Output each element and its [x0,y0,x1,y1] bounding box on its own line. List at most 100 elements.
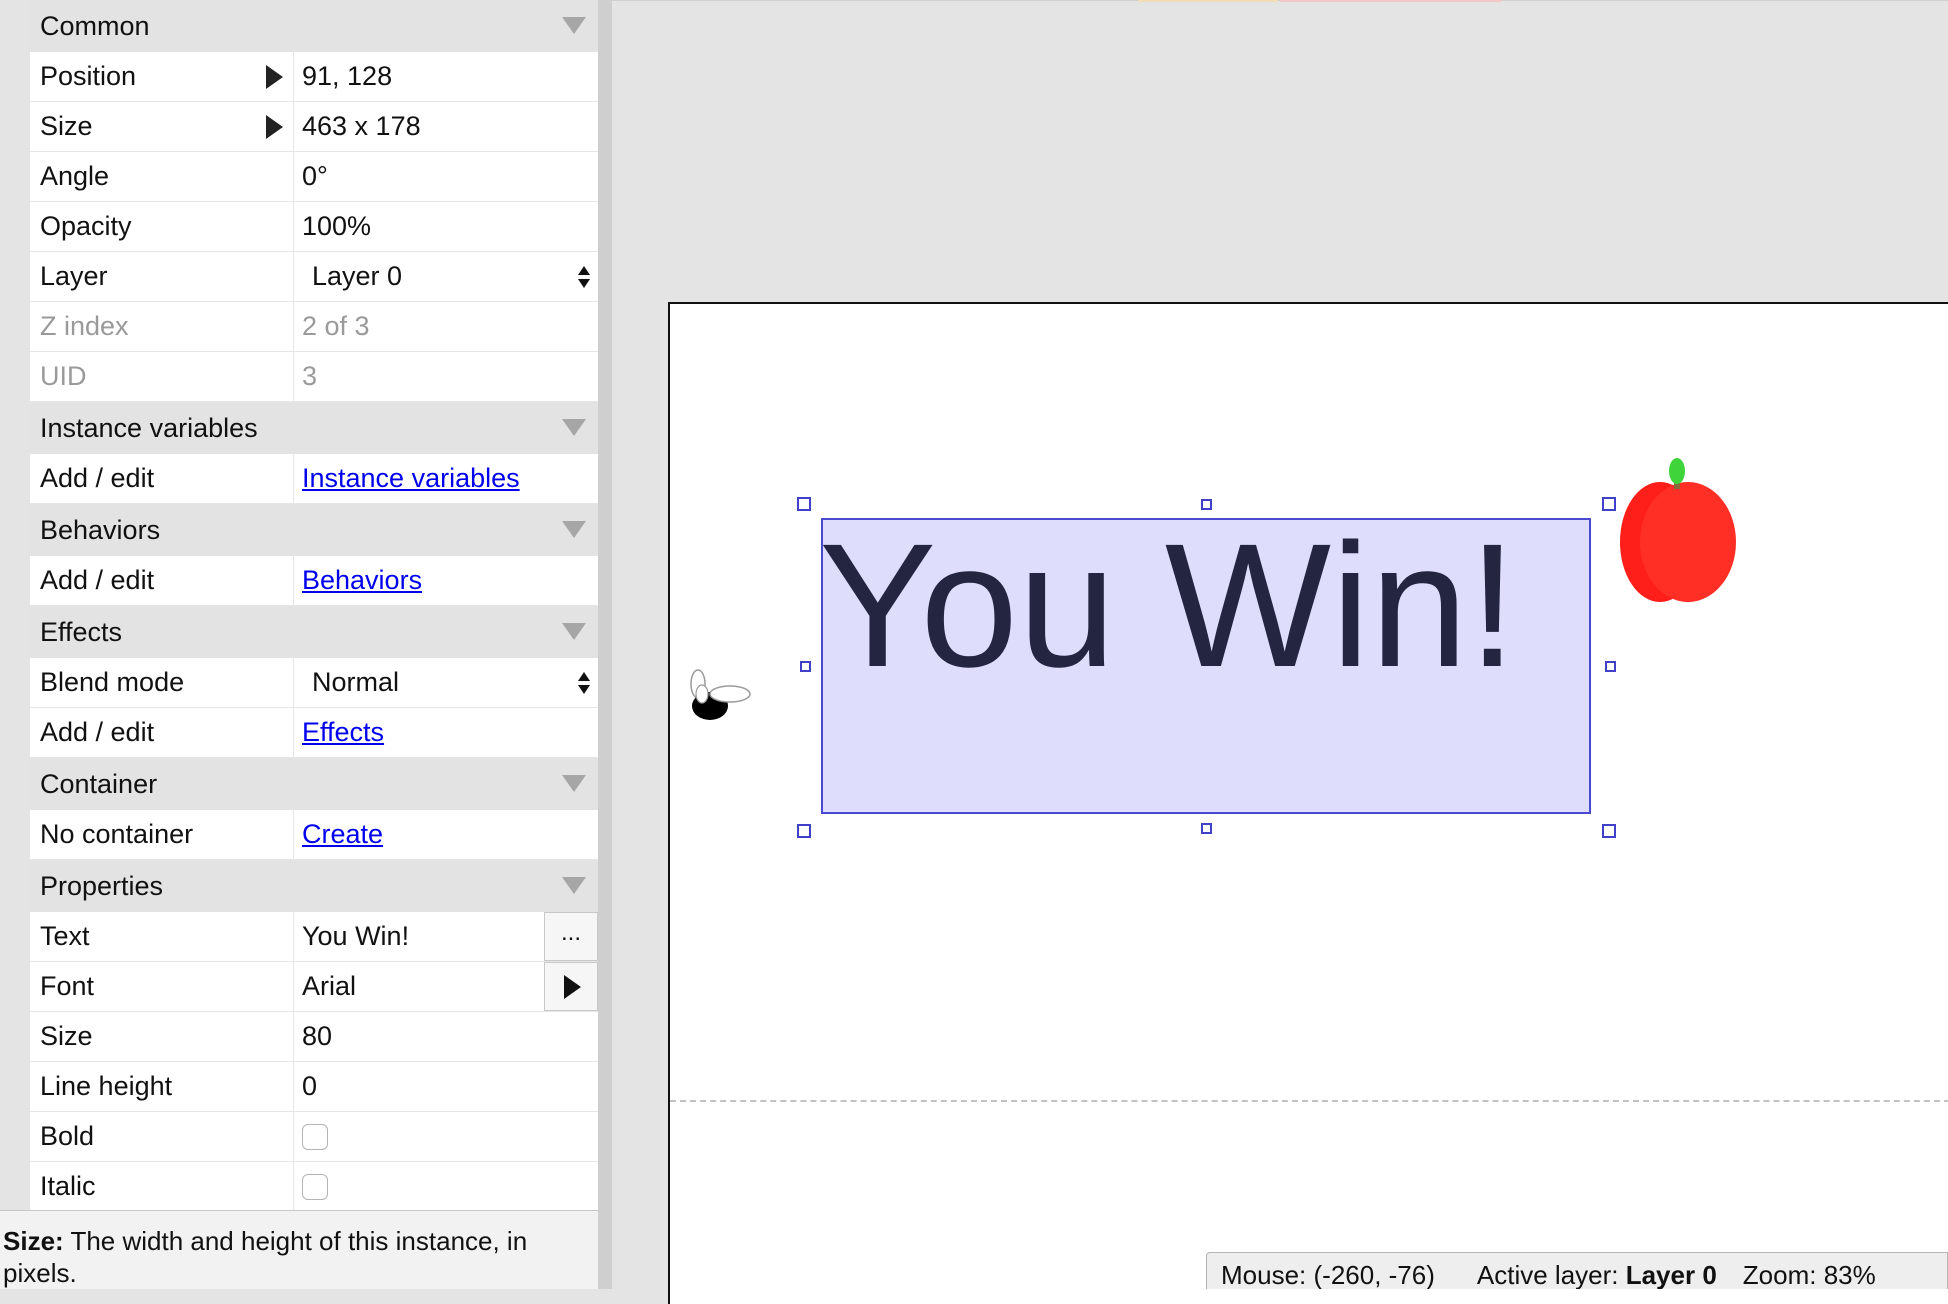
group-behaviors-label: Behaviors [40,514,161,545]
collapse-triangle-icon[interactable] [562,775,586,792]
size-value[interactable]: 463 x 178 [302,111,421,142]
zoom-value: 83% [1823,1259,1876,1290]
prop-row-bold[interactable]: Bold [30,1112,598,1162]
resize-handle-top-left[interactable] [797,497,811,511]
prop-label: Font [40,971,95,1001]
tab-accent [1280,0,1502,2]
layer-select-value: Layer 0 [312,261,403,291]
create-container-link[interactable]: Create [302,819,383,850]
resize-handle-bottom-right[interactable] [1602,824,1616,838]
collapse-triangle-icon[interactable] [562,877,586,894]
prop-row-size[interactable]: Size 463 x 178 [30,102,598,152]
prop-row-font[interactable]: Font Arial [30,962,598,1012]
bold-checkbox[interactable] [302,1123,328,1150]
status-bar: Mouse: (-260, -76) Active layer: Layer 0… [1206,1252,1948,1289]
prop-label: Add / edit [40,717,155,747]
prop-row-layer[interactable]: Layer Layer 0 [30,252,598,302]
prop-row-angle[interactable]: Angle 0° [30,152,598,202]
active-layer-value: Layer 0 [1625,1259,1717,1290]
zoom-level: Zoom: 83% [1743,1260,1876,1290]
prop-label: Bold [40,1121,95,1151]
mouse-label: Mouse: [1221,1259,1314,1290]
group-common[interactable]: Common [30,0,598,52]
select-updown-icon [578,671,590,695]
prop-row-italic[interactable]: Italic [30,1162,598,1212]
active-layer-label: Active layer: [1476,1259,1626,1290]
expand-arrow-icon[interactable] [266,64,283,89]
group-container[interactable]: Container [30,758,598,810]
active-layer: Active layer: Layer 0 [1477,1260,1717,1290]
group-instance-variables-label: Instance variables [40,412,258,443]
text-object-you-win[interactable]: You Win! [821,518,1591,814]
help-description: The width and height of this instance, i… [3,1226,528,1288]
prop-row-uid: UID 3 [30,352,598,402]
layout-canvas[interactable]: You Win! [668,302,1948,1304]
prop-row-behaviors: Add / edit Behaviors [30,556,598,606]
group-instance-variables[interactable]: Instance variables [30,402,598,454]
prop-row-effects: Add / edit Effects [30,708,598,758]
group-container-label: Container [40,768,158,799]
prop-label: Italic [40,1171,96,1201]
prop-label: UID [40,361,87,391]
text-value[interactable]: You Win! [302,921,409,952]
prop-row-text[interactable]: Text You Win!... [30,912,598,962]
fly-sprite[interactable] [690,668,752,729]
tab-accent [1138,0,1278,2]
instance-variables-link[interactable]: Instance variables [302,463,520,494]
z-index-value: 2 of 3 [302,311,370,341]
expand-arrow-icon[interactable] [266,114,283,139]
effects-link[interactable]: Effects [302,717,384,748]
group-effects[interactable]: Effects [30,606,598,658]
group-behaviors[interactable]: Behaviors [30,504,598,556]
panel-splitter[interactable] [598,0,612,1289]
resize-handle-top-right[interactable] [1602,497,1616,511]
font-size-value[interactable]: 80 [302,1021,332,1052]
edit-text-button[interactable]: ... [544,912,598,961]
collapse-triangle-icon[interactable] [562,419,586,436]
group-properties-label: Properties [40,870,164,901]
mouse-position: Mouse: (-260, -76) [1221,1260,1435,1290]
prop-label: Add / edit [40,463,155,493]
behaviors-link[interactable]: Behaviors [302,565,422,596]
play-arrow-icon [564,975,581,999]
collapse-triangle-icon[interactable] [562,521,586,538]
italic-checkbox[interactable] [302,1173,328,1200]
collapse-triangle-icon[interactable] [562,17,586,34]
resize-handle-top[interactable] [1201,499,1212,510]
prop-label: Size [40,1021,93,1051]
prop-row-font-size[interactable]: Size 80 [30,1012,598,1062]
collapse-triangle-icon[interactable] [562,623,586,640]
prop-row-z-index: Z index 2 of 3 [30,302,598,352]
opacity-value[interactable]: 100% [302,211,371,242]
position-value[interactable]: 91, 128 [302,61,392,92]
blend-mode-select[interactable]: Normal [294,658,598,707]
layout-view[interactable]: You Win! [612,0,1948,1304]
fly-icon [690,669,751,720]
prop-label: Size [40,111,93,141]
prop-label: Blend mode [40,667,185,697]
prop-row-position[interactable]: Position 91, 128 [30,52,598,102]
angle-value[interactable]: 0° [302,161,328,192]
prop-row-blend-mode[interactable]: Blend mode Normal [30,658,598,708]
blend-mode-select-value: Normal [312,667,400,697]
prop-label: Text [40,921,90,951]
group-properties[interactable]: Properties [30,860,598,912]
prop-row-line-height[interactable]: Line height 0 [30,1062,598,1112]
mouse-value: (-260, -76) [1313,1259,1435,1290]
resize-handle-bottom-left[interactable] [797,824,811,838]
prop-label: Line height [40,1071,173,1101]
prop-row-opacity[interactable]: Opacity 100% [30,202,598,252]
line-height-value[interactable]: 0 [302,1071,317,1102]
resize-handle-left[interactable] [800,661,811,672]
resize-handle-bottom[interactable] [1201,823,1212,834]
font-picker-button[interactable] [544,962,598,1011]
resize-handle-right[interactable] [1605,661,1616,672]
apple-sprite[interactable] [1620,457,1750,612]
select-updown-icon [578,265,590,289]
text-object-content: You Win! [821,518,1517,704]
prop-label: Opacity [40,211,132,241]
font-value[interactable]: Arial [302,971,356,1002]
prop-label: Z index [40,311,129,341]
uid-value: 3 [302,361,318,391]
layer-select[interactable]: Layer 0 [294,252,598,301]
